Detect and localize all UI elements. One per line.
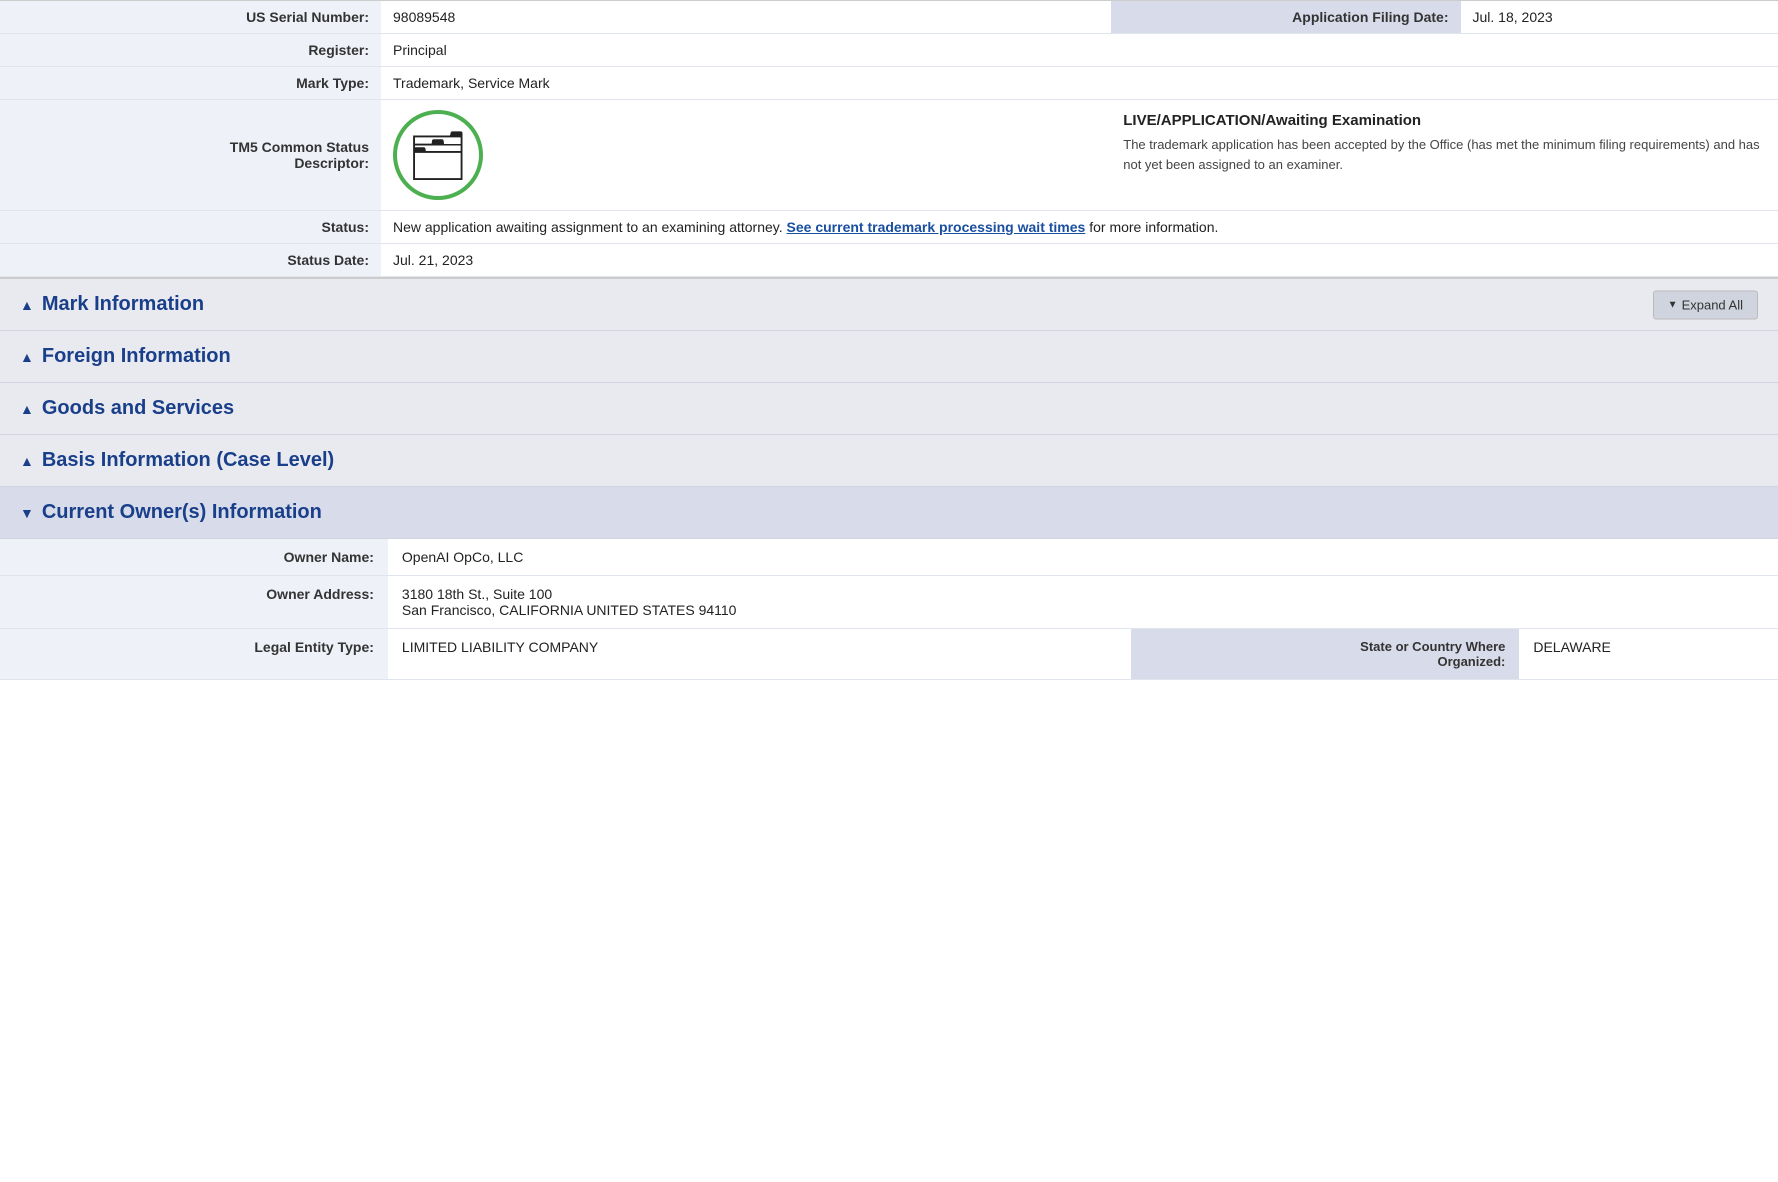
- serial-label-main: US Serial Number:: [0, 1, 381, 34]
- register-label-main: Register:: [0, 34, 381, 67]
- tm5-text-area: LIVE/APPLICATION/Awaiting Examination Th…: [1111, 100, 1778, 211]
- owner-address-line2: San Francisco, CALIFORNIA UNITED STATES …: [402, 602, 1764, 618]
- tm5-status: LIVE/APPLICATION/Awaiting Examination: [1123, 112, 1766, 129]
- section-basis-information[interactable]: ▲ Basis Information (Case Level): [0, 435, 1778, 487]
- foreign-info-title[interactable]: Foreign Information: [42, 345, 231, 368]
- basis-info-title[interactable]: Basis Information (Case Level): [42, 449, 334, 472]
- goods-services-title[interactable]: Goods and Services: [42, 397, 234, 420]
- entity-value: LIMITED LIABILITY COMPANY: [388, 629, 1132, 680]
- filing-date-label: Application Filing Date:: [1111, 1, 1460, 34]
- mark-type-row-main: Mark Type: Trademark, Service Mark: [0, 67, 1778, 100]
- current-owners-title[interactable]: Current Owner(s) Information: [42, 501, 322, 524]
- state-value: DELAWARE: [1519, 629, 1778, 680]
- owner-address-value: 3180 18th St., Suite 100 San Francisco, …: [388, 576, 1778, 629]
- tm5-label: TM5 Common Status Descriptor:: [0, 100, 381, 211]
- entity-label: Legal Entity Type:: [0, 629, 388, 680]
- status-link[interactable]: See current trademark processing wait ti…: [787, 219, 1086, 235]
- status-cell: New application awaiting assignment to a…: [381, 211, 1778, 244]
- tm5-desc: The trademark application has been accep…: [1123, 135, 1766, 174]
- owner-address-label: Owner Address:: [0, 576, 388, 629]
- entity-state-row: Legal Entity Type: LIMITED LIABILITY COM…: [0, 629, 1778, 680]
- state-label: State or Country Where Organized:: [1131, 629, 1519, 680]
- status-text-before: New application awaiting assignment to a…: [393, 219, 783, 235]
- owner-name-row: Owner Name: OpenAI OpCo, LLC: [0, 539, 1778, 576]
- mark-info-title[interactable]: Mark Information: [42, 293, 204, 316]
- filing-date-value: Jul. 18, 2023: [1461, 1, 1778, 34]
- owner-name-label: Owner Name:: [0, 539, 388, 576]
- expand-all-chevron-icon: ▼: [1668, 299, 1678, 310]
- section-mark-information[interactable]: ▲ Mark Information ▼ Expand All: [0, 279, 1778, 331]
- tm5-row: TM5 Common Status Descriptor: 🗂 LIVE/APP…: [0, 100, 1778, 211]
- owner-address-line1: 3180 18th St., Suite 100: [402, 586, 1764, 602]
- mark-info-chevron: ▲: [20, 297, 34, 313]
- serial-value-main: 98089548: [381, 1, 1111, 34]
- register-value-main: Principal: [381, 34, 1778, 67]
- goods-services-chevron: ▲: [20, 401, 34, 417]
- foreign-info-chevron: ▲: [20, 349, 34, 365]
- section-headers: ▲ Mark Information ▼ Expand All ▲ Foreig…: [0, 277, 1778, 539]
- mark-type-label-main: Mark Type:: [0, 67, 381, 100]
- serial-filing-combined-row: US Serial Number: 98089548 Application F…: [0, 1, 1778, 34]
- owner-address-row: Owner Address: 3180 18th St., Suite 100 …: [0, 576, 1778, 629]
- tm5-folder-icon-wrapper: 🗂: [393, 110, 483, 200]
- page-wrapper: Generated on: This page was generated by…: [0, 0, 1778, 680]
- main-info-table: US Serial Number: 98089548 Application F…: [0, 0, 1778, 277]
- mark-type-value-main: Trademark, Service Mark: [381, 67, 1778, 100]
- basis-info-chevron: ▲: [20, 453, 34, 469]
- status-label: Status:: [0, 211, 381, 244]
- section-goods-services[interactable]: ▲ Goods and Services: [0, 383, 1778, 435]
- status-row: Status: New application awaiting assignm…: [0, 211, 1778, 244]
- status-text-after: for more information.: [1089, 219, 1218, 235]
- status-date-value: Jul. 21, 2023: [381, 244, 1778, 277]
- section-foreign-information[interactable]: ▲ Foreign Information: [0, 331, 1778, 383]
- owner-name-value: OpenAI OpCo, LLC: [388, 539, 1778, 576]
- status-date-row: Status Date: Jul. 21, 2023: [0, 244, 1778, 277]
- status-date-label: Status Date:: [0, 244, 381, 277]
- expand-all-label: Expand All: [1682, 297, 1743, 312]
- section-current-owners[interactable]: ▼ Current Owner(s) Information: [0, 487, 1778, 539]
- current-owners-chevron: ▼: [20, 505, 34, 521]
- register-row-main: Register: Principal: [0, 34, 1778, 67]
- expand-all-button[interactable]: ▼ Expand All: [1653, 290, 1758, 319]
- folder-icon: 🗂: [408, 127, 469, 184]
- owner-table: Owner Name: OpenAI OpCo, LLC Owner Addre…: [0, 539, 1778, 680]
